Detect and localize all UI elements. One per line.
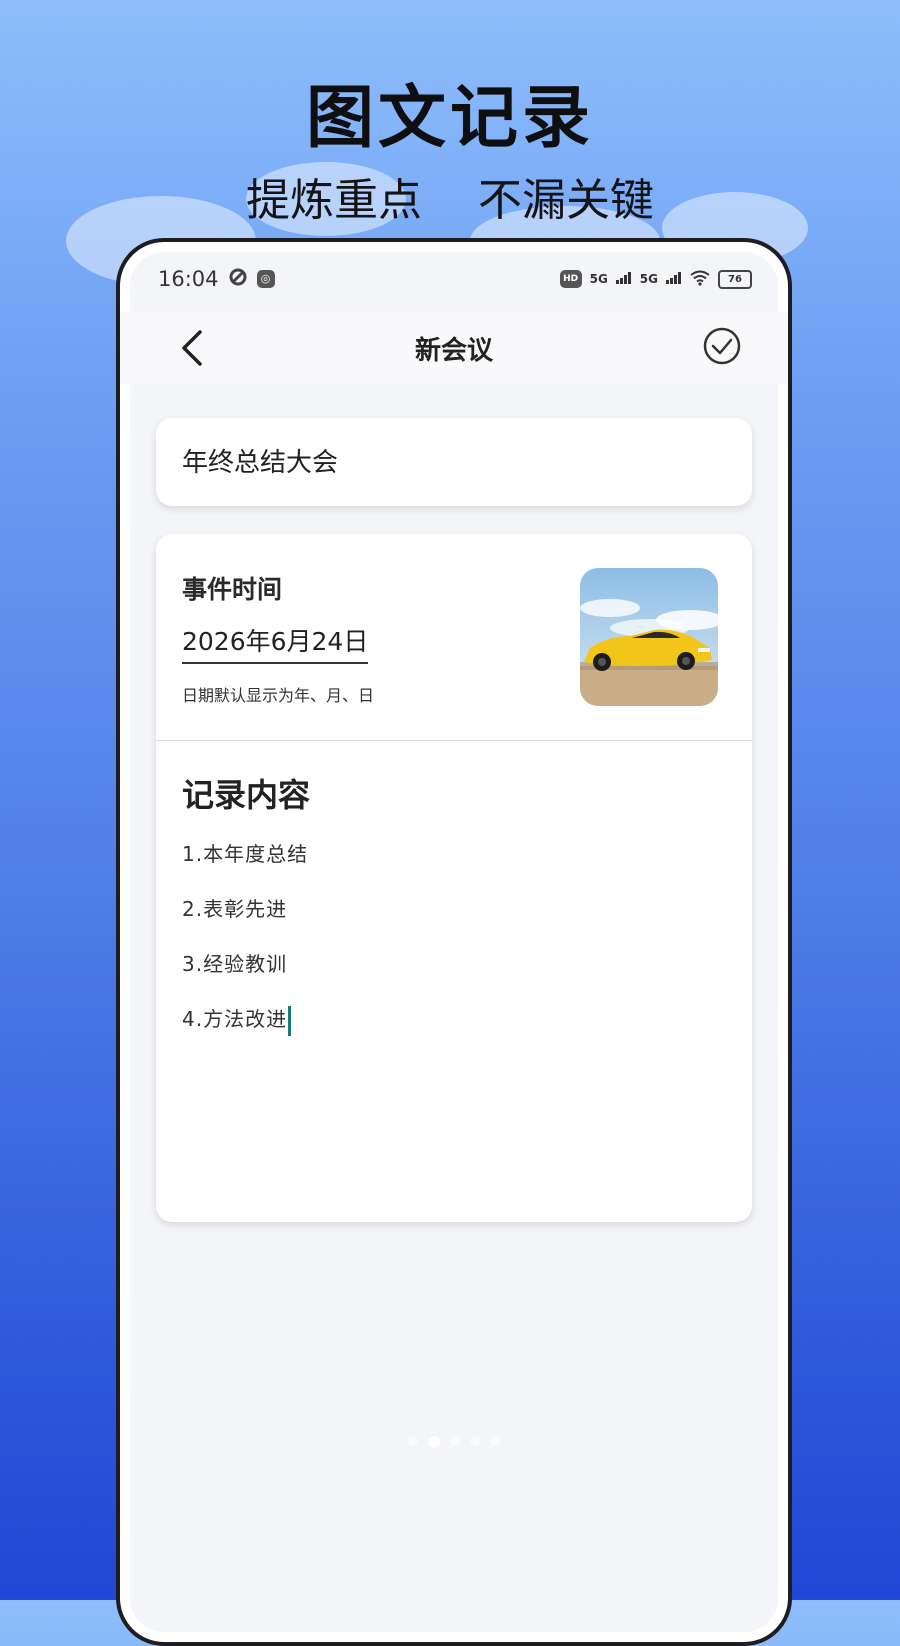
date-hint-text: 日期默认显示为年、月、日 xyxy=(182,686,375,705)
record-line-3: 3.经验教训 xyxy=(182,952,288,976)
status-time: 16:04 xyxy=(158,267,219,291)
page-dot xyxy=(470,1436,480,1446)
network-label: 5G xyxy=(639,272,658,286)
top-navigation-bar: 新会议 xyxy=(120,312,788,384)
app-notification-icon xyxy=(229,267,247,291)
signal-icon xyxy=(615,271,632,287)
page-title: 新会议 xyxy=(414,336,493,366)
meeting-title-input[interactable]: 年终总结大会 xyxy=(182,442,338,479)
wifi-icon xyxy=(690,270,710,289)
record-content-heading: 记录内容 xyxy=(182,776,311,814)
section-divider xyxy=(156,740,752,741)
phone-frame: 16:04 ◎ HD 5G 5G 76 新会议 年终总结大会 事件时间 2026… xyxy=(116,238,792,1646)
record-line-4-text: 4.方法改进 xyxy=(182,1007,288,1031)
page-indicator xyxy=(120,1436,788,1448)
car-photo-image xyxy=(580,568,718,706)
record-line-2: 2.表彰先进 xyxy=(182,897,288,921)
network-label: 5G xyxy=(589,272,608,286)
meeting-detail-card: 事件时间 2026年6月24日 日期默认显示为年、月、日 记录内容 1.本年度总… xyxy=(156,534,752,1222)
signal-icon xyxy=(666,271,682,287)
page-dot xyxy=(490,1436,500,1446)
promo-subline: 提炼重点 不漏关键 xyxy=(246,175,654,226)
hd-icon: HD xyxy=(559,270,582,288)
event-date-picker[interactable]: 2026年6月24日 xyxy=(182,622,369,664)
promo-headline: 图文记录 xyxy=(305,79,594,158)
check-circle-icon xyxy=(703,327,741,365)
app-notification-icon: ◎ xyxy=(256,270,275,288)
page-dot xyxy=(428,1436,440,1448)
event-time-label: 事件时间 xyxy=(182,575,283,604)
record-line-1: 1.本年度总结 xyxy=(182,842,309,866)
attached-photo[interactable] xyxy=(580,568,718,706)
record-line-4: 4.方法改进 xyxy=(182,999,726,1054)
battery-icon: 76 xyxy=(718,269,752,289)
status-bar: 16:04 ◎ HD 5G 5G 76 xyxy=(158,264,752,294)
save-button[interactable] xyxy=(700,324,744,368)
meeting-title-card: 年终总结大会 xyxy=(156,418,752,506)
record-content-editor[interactable]: 1.本年度总结 2.表彰先进 3.经验教训 4.方法改进 xyxy=(182,834,726,1054)
page-dot xyxy=(450,1436,460,1446)
page-dot xyxy=(408,1436,418,1446)
text-cursor xyxy=(288,1005,292,1036)
